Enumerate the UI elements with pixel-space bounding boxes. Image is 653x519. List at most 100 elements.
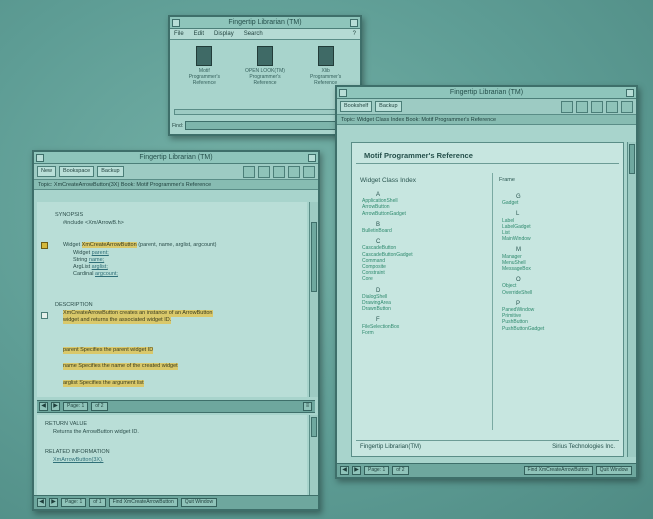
book-openlook[interactable]: OPEN LOOK(TM) Programmer's Reference — [238, 46, 292, 86]
function-name-highlight[interactable]: XmCreateArrowButton — [81, 242, 137, 248]
description-heading: DESCRIPTION — [55, 302, 93, 308]
prev-page-button[interactable]: ◀ — [37, 498, 46, 507]
toolbar: Bookshelf Backup — [337, 99, 636, 115]
maximize-icon[interactable] — [308, 154, 316, 162]
tool-icon[interactable] — [288, 165, 300, 178]
index-link[interactable]: PushButtonGadget — [502, 326, 544, 332]
book-xlib[interactable]: Xlib Programmer's Reference — [299, 46, 353, 86]
menu-display[interactable]: Display — [214, 29, 234, 39]
index-link[interactable]: Gadget — [502, 200, 544, 206]
index-frame-label: Frame — [499, 177, 515, 183]
scroll-thumb[interactable] — [311, 222, 317, 292]
status-bar: ◀ ▶ Page: 1 of 1 Find XmCreateArrowButto… — [34, 495, 318, 509]
footer-product: Fingertip Librarian(TM) — [360, 443, 422, 450]
menu-bar: File Edit Display Search ? — [170, 29, 360, 40]
maximize-icon[interactable] — [626, 89, 634, 97]
related-heading: RELATED INFORMATION — [45, 449, 110, 455]
split-icon[interactable]: ≡ — [303, 402, 312, 411]
prev-page-button[interactable]: ◀ — [340, 466, 349, 475]
next-page-button[interactable]: ▶ — [51, 402, 60, 411]
backup-button[interactable]: Backup — [375, 101, 402, 112]
vertical-scrollbar[interactable] — [627, 142, 636, 457]
return-text: Returns the ArrowButton widget ID. — [53, 429, 139, 435]
bookshelf: Motif Programmer's Reference OPEN LOOK(T… — [170, 40, 360, 86]
page-footer: Fingertip Librarian(TM) Sirius Technolog… — [356, 440, 619, 452]
index-link[interactable]: DrawnButton — [362, 306, 413, 312]
param-line: String name; — [73, 257, 105, 263]
index-link[interactable]: BulletinBoard — [362, 228, 413, 234]
help-icon[interactable] — [621, 100, 633, 113]
window-menu-icon[interactable] — [339, 89, 347, 97]
scroll-thumb[interactable] — [629, 144, 635, 174]
next-page-button[interactable]: ▶ — [49, 498, 58, 507]
page-navigation-bar: ◀ ▶ Page: 1 of 2 ≡ — [37, 400, 315, 413]
index-link[interactable]: OverrideShell — [502, 290, 544, 296]
window-titlebar[interactable]: Fingertip Librarian (TM) — [337, 87, 636, 99]
note-icon[interactable] — [41, 312, 48, 319]
prev-page-button[interactable]: ◀ — [39, 402, 48, 411]
menu-help[interactable]: ? — [353, 29, 356, 39]
bookspace-button[interactable]: Bookspace — [59, 166, 95, 177]
index-link[interactable]: Core — [362, 276, 413, 282]
bookshelf-button[interactable]: Bookshelf — [340, 101, 373, 112]
index-column-1: A ApplicationShell ArrowButton ArrowButt… — [362, 187, 413, 336]
book-motif[interactable]: Motif Programmer's Reference — [177, 46, 231, 86]
book-label: Reference — [192, 80, 216, 86]
window-titlebar[interactable]: Fingertip Librarian (TM) — [170, 17, 360, 29]
next-page-button[interactable]: ▶ — [352, 466, 361, 475]
arg-name-line: name Specifies the name of the created w… — [63, 363, 178, 370]
menu-search[interactable]: Search — [244, 29, 263, 39]
tool-icon[interactable] — [243, 165, 255, 178]
document-page: Motif Programmer's Reference Widget Clas… — [351, 142, 624, 457]
index-link[interactable]: MainWindow — [502, 236, 544, 242]
window-titlebar[interactable]: Fingertip Librarian (TM) — [34, 152, 318, 164]
librarian-bookshelf-window: Fingertip Librarian (TM) File Edit Displ… — [168, 15, 362, 136]
find-button[interactable]: Find XmCreateArrowButton — [108, 498, 178, 507]
index-title: Widget Class Index — [360, 177, 416, 184]
include-line: #include <Xm/ArrowB.h> — [63, 220, 124, 226]
maximize-icon[interactable] — [350, 19, 358, 27]
vertical-scrollbar[interactable] — [309, 202, 318, 397]
quit-window-button[interactable]: Quit Window — [595, 466, 632, 475]
tool-icon[interactable] — [273, 165, 285, 178]
index-link[interactable]: ArrowButtonGadget — [362, 211, 413, 217]
arg-parent-line: parent Specifies the parent widget ID — [63, 347, 154, 354]
tool-icon[interactable] — [606, 100, 618, 113]
menu-file[interactable]: File — [174, 29, 184, 39]
window-title: Fingertip Librarian (TM) — [139, 154, 213, 161]
find-input[interactable] — [185, 121, 358, 130]
param-line: ArgList arglist; — [73, 264, 108, 270]
vertical-scrollbar-lower[interactable] — [309, 415, 318, 497]
window-menu-icon[interactable] — [172, 19, 180, 27]
index-link[interactable]: Form — [362, 330, 413, 336]
related-link[interactable]: XmArrowButton(3X). — [53, 457, 103, 464]
window-title: Fingertip Librarian (TM) — [228, 19, 302, 26]
bookmark-icon[interactable] — [41, 242, 48, 249]
librarian-document-window: Fingertip Librarian (TM) New Bookspace B… — [32, 150, 320, 511]
description-line: widget and returns the associated widget… — [63, 317, 172, 324]
find-button[interactable]: Find XmCreateArrowButton — [523, 466, 593, 475]
synopsis-heading: SYNOPSIS — [55, 212, 84, 218]
index-link[interactable]: MessageBox — [502, 266, 544, 272]
arg-arglist-line: arglist Specifies the argument list — [63, 380, 144, 387]
description-line: XmCreateArrowButton creates an instance … — [63, 310, 213, 317]
index-column-2: G Gadget L Label LabelGadget List MainWi… — [502, 189, 544, 332]
book-icon — [256, 46, 273, 66]
function-signature: Widget XmCreateArrowButton (parent, name… — [63, 242, 216, 249]
tool-icon[interactable] — [561, 100, 573, 113]
window-menu-icon[interactable] — [36, 154, 44, 162]
footer-company: Sirius Technologies Inc. — [552, 443, 615, 450]
backup-button[interactable]: Backup — [97, 166, 124, 177]
page-total: of 2 — [91, 402, 108, 411]
new-button[interactable]: New — [37, 166, 57, 177]
scroll-thumb[interactable] — [311, 417, 317, 437]
horizontal-scrollbar[interactable] — [174, 109, 356, 115]
librarian-index-window: Fingertip Librarian (TM) Bookshelf Backu… — [335, 85, 638, 479]
index-link[interactable]: CascadeButtonGadget — [362, 252, 413, 258]
tool-icon[interactable] — [591, 100, 603, 113]
menu-edit[interactable]: Edit — [194, 29, 204, 39]
quit-window-button[interactable]: Quit Window — [180, 498, 218, 507]
help-icon[interactable] — [303, 165, 315, 178]
tool-icon[interactable] — [258, 165, 270, 178]
tool-icon[interactable] — [576, 100, 588, 113]
